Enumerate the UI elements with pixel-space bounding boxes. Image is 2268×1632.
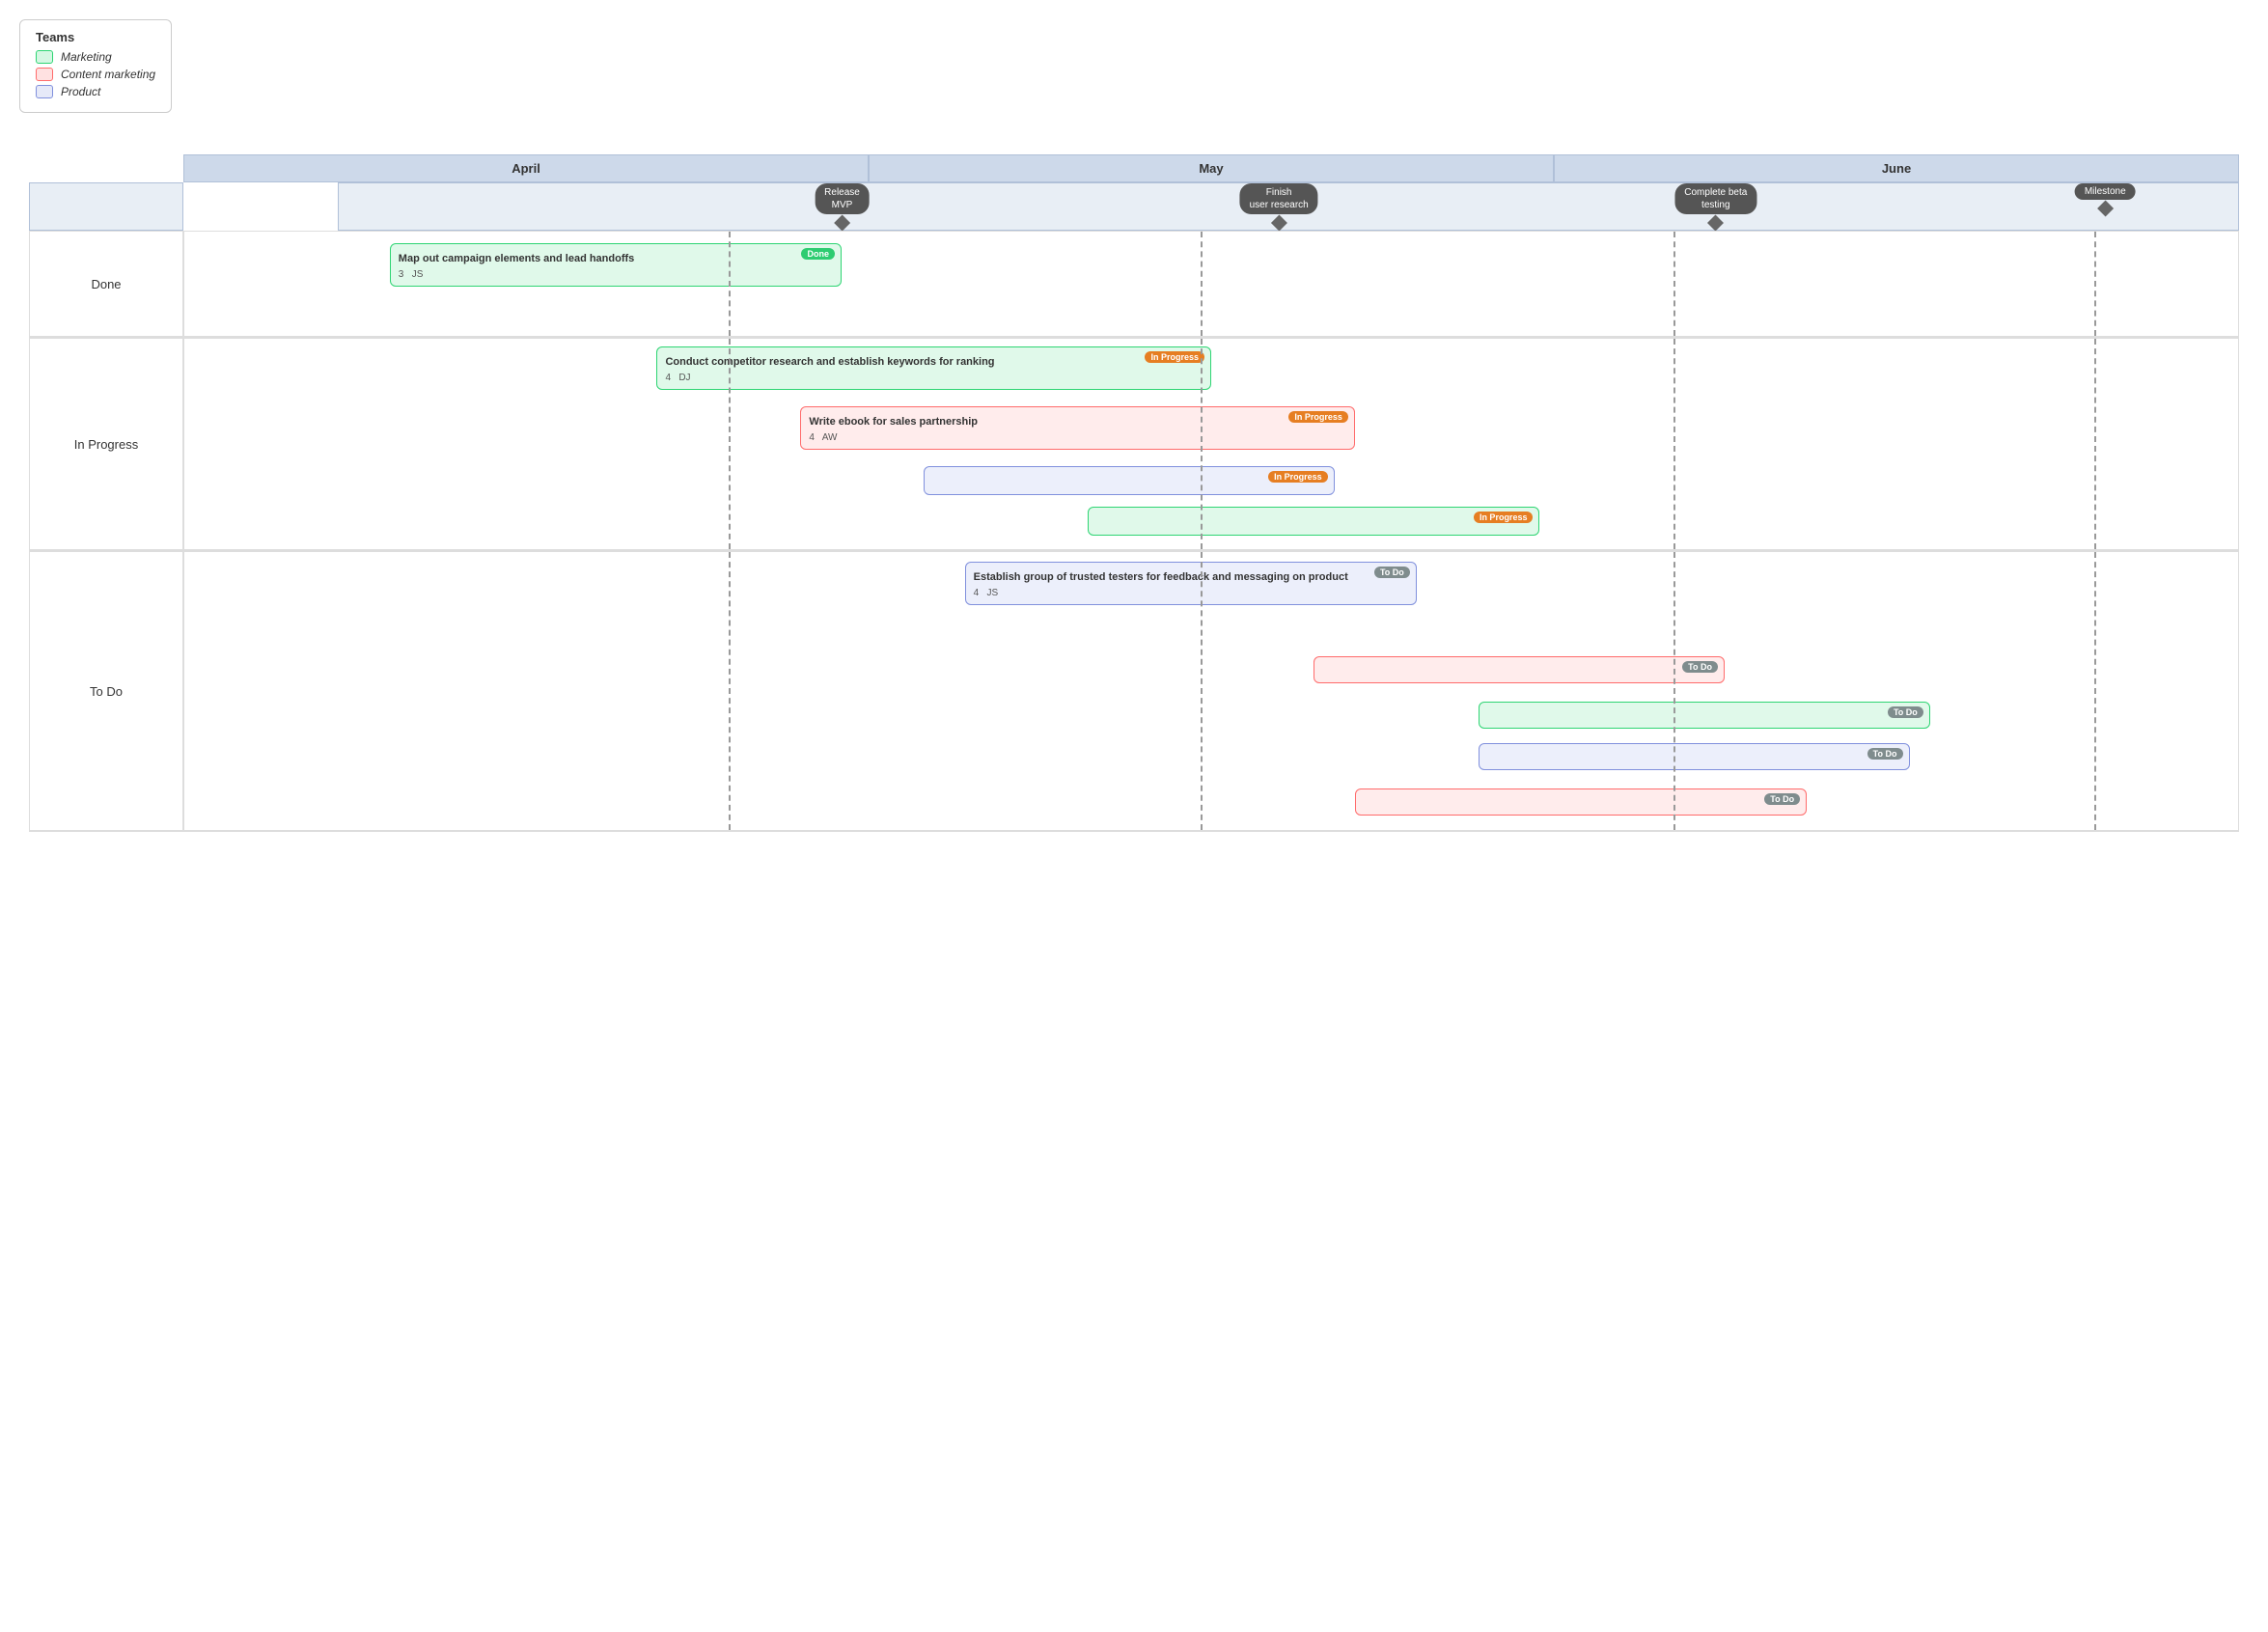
legend-color-marketing (36, 50, 53, 64)
task-content-td2[interactable]: To Do (1355, 788, 1807, 816)
dashed-line-ip-4 (2094, 339, 2096, 549)
dashed-line-td-3 (1673, 552, 1675, 830)
task-title-ebook: Write ebook for sales partnership (809, 415, 1346, 429)
month-april: April (183, 154, 869, 182)
milestone-finish-research: Finishuser research (1240, 183, 1318, 229)
milestones-row: ReleaseMVP Finishuser research Complete … (338, 182, 2239, 231)
legend-label-product: Product (61, 85, 100, 98)
row-label-done: Done (29, 231, 183, 337)
task-map-campaign[interactable]: Done Map out campaign elements and lead … (390, 243, 842, 287)
milestones-section: ReleaseMVP Finishuser research Complete … (29, 182, 2239, 231)
task-title-testers: Establish group of trusted testers for f… (974, 570, 1408, 584)
milestone-label-finish-research: Finishuser research (1240, 183, 1318, 214)
month-header: April May June (183, 154, 2239, 182)
task-marketing-td1[interactable]: To Do (1479, 702, 1930, 729)
milestone-diamond-finish-research (1271, 215, 1287, 232)
legend-label-marketing: Marketing (61, 50, 112, 64)
task-meta-ebook: 4 AW (809, 432, 1346, 443)
milestone-label-beta-testing: Complete betatesting (1674, 183, 1756, 214)
dashed-line-2 (1201, 232, 1203, 336)
gantt-container: April May June ReleaseMVP Finishuser res… (29, 154, 2239, 832)
task-status-td5: To Do (1764, 793, 1800, 805)
task-status-td2: To Do (1682, 661, 1718, 673)
dashed-line-ip-2 (1201, 339, 1203, 549)
legend-box: Teams Marketing Content marketing Produc… (19, 19, 172, 113)
gantt-row-inprogress: In Progress Conduct competitor research … (183, 338, 2239, 550)
task-status-td1: To Do (1374, 567, 1410, 578)
row-label-inprogress: In Progress (29, 338, 183, 550)
task-ebook[interactable]: In Progress Write ebook for sales partne… (800, 406, 1355, 450)
task-title-competitor: Conduct competitor research and establis… (665, 355, 1203, 369)
milestone-label-release-mvp: ReleaseMVP (815, 183, 870, 214)
task-meta-map-campaign: 3 JS (399, 269, 833, 280)
dashed-line-4 (2094, 232, 2096, 336)
dashed-line-ip-3 (1673, 339, 1675, 549)
milestone-diamond-beta-testing (1707, 215, 1724, 232)
row-label-todo: To Do (29, 551, 183, 831)
row-todo: To Do To Do Establish group of trusted t… (29, 551, 2239, 832)
dashed-line-td-1 (729, 552, 731, 830)
legend-title: Teams (36, 30, 155, 44)
task-status-ip2: In Progress (1288, 411, 1348, 423)
dashed-line-ip-1 (729, 339, 731, 549)
legend-item-product: Product (36, 85, 155, 98)
task-status-ip1: In Progress (1145, 351, 1204, 363)
task-meta-competitor: 4 DJ (665, 373, 1203, 383)
gantt-row-done: Done Map out campaign elements and lead … (183, 231, 2239, 337)
milestone-label-general: Milestone (2075, 183, 2136, 200)
task-status-ip3: In Progress (1268, 471, 1328, 483)
legend-item-content: Content marketing (36, 68, 155, 81)
dashed-line-1 (729, 232, 731, 336)
milestone-diamond-release-mvp (834, 215, 850, 232)
task-status-done: Done (801, 248, 835, 260)
dashed-line-td-4 (2094, 552, 2096, 830)
task-title-map-campaign: Map out campaign elements and lead hando… (399, 252, 833, 265)
month-june: June (1554, 154, 2239, 182)
legend-label-content: Content marketing (61, 68, 155, 81)
dashed-line-td-2 (1201, 552, 1203, 830)
task-marketing-ip2[interactable]: In Progress (1088, 507, 1539, 536)
task-content-td1[interactable]: To Do (1314, 656, 1725, 683)
task-status-td4: To Do (1867, 748, 1903, 760)
legend-color-content (36, 68, 53, 81)
milestone-general: Milestone (2075, 183, 2136, 214)
legend-color-product (36, 85, 53, 98)
milestone-release-mvp: ReleaseMVP (815, 183, 870, 229)
month-may: May (869, 154, 1554, 182)
task-status-td3: To Do (1888, 706, 1923, 718)
task-status-ip4: In Progress (1474, 512, 1534, 523)
milestone-beta-testing: Complete betatesting (1674, 183, 1756, 229)
row-done: Done Done Map out campaign elements and … (29, 231, 2239, 338)
task-product-td1[interactable]: To Do (1479, 743, 1910, 770)
task-trusted-testers[interactable]: To Do Establish group of trusted testers… (965, 562, 1417, 605)
legend-item-marketing: Marketing (36, 50, 155, 64)
milestone-diamond-general (2097, 201, 2114, 217)
gantt-row-todo: To Do Establish group of trusted testers… (183, 551, 2239, 831)
row-inprogress: In Progress In Progress Conduct competit… (29, 338, 2239, 551)
task-competitor-research[interactable]: In Progress Conduct competitor research … (656, 346, 1211, 390)
task-meta-testers: 4 JS (974, 588, 1408, 598)
task-product-ip[interactable]: In Progress (924, 466, 1335, 495)
dashed-line-3 (1673, 232, 1675, 336)
